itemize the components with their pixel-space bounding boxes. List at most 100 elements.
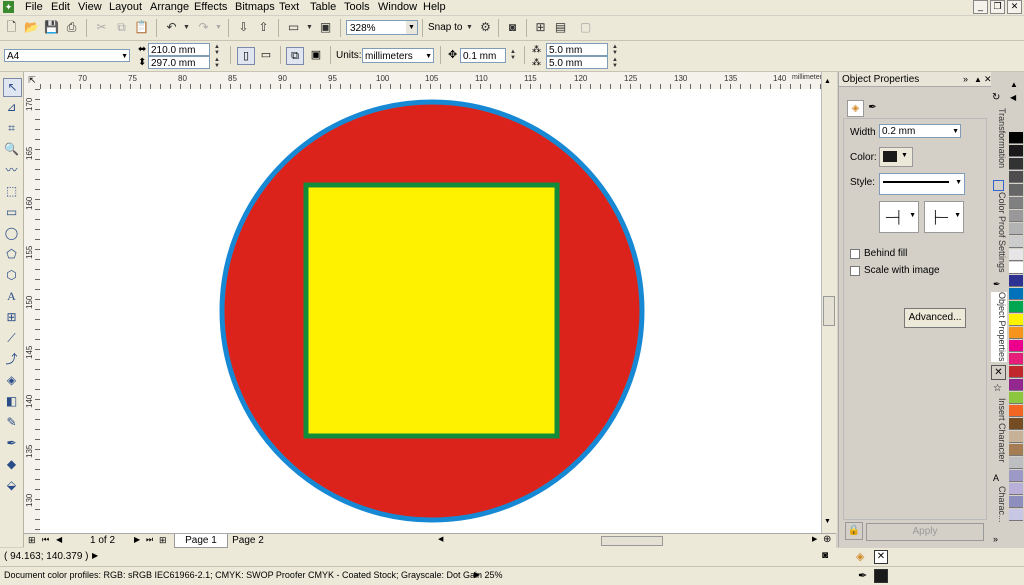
palette-swatch[interactable] xyxy=(1009,288,1023,300)
zoom-combo[interactable]: 328% ▼ xyxy=(346,20,418,35)
restore-button[interactable]: ❐ xyxy=(990,0,1005,14)
palette-swatch[interactable] xyxy=(1009,275,1023,287)
shape-tool-icon[interactable]: ⊿ xyxy=(3,99,20,116)
height-spinner-icon[interactable]: ▲ ▼ xyxy=(212,57,222,70)
horizontal-ruler[interactable]: 70 75 80 85 90 95 100 105 110 115 120 12… xyxy=(40,72,836,90)
palette-swatch[interactable] xyxy=(1009,418,1023,430)
full-screen-preview-icon[interactable]: ◙ xyxy=(505,20,520,35)
first-page-icon[interactable]: ⏮ xyxy=(42,535,49,545)
duplicate-distance-x-field[interactable]: 5.0 mm xyxy=(546,43,608,56)
menu-table[interactable]: Table xyxy=(310,1,336,13)
palette-swatch[interactable] xyxy=(1009,171,1023,183)
yellow-square[interactable] xyxy=(303,182,560,439)
apply-button[interactable]: Apply xyxy=(866,523,984,541)
outline-pen-indicator-icon[interactable]: ✒ xyxy=(858,569,867,582)
basic-shapes-tool-icon[interactable]: ⬡ xyxy=(3,267,20,284)
minimize-button[interactable]: _ xyxy=(973,0,988,14)
import-icon[interactable]: ⇩ xyxy=(236,20,251,35)
line-style-combo[interactable]: ▼ xyxy=(879,173,965,195)
fill-tab-icon[interactable]: ◈ xyxy=(847,100,864,117)
tab-character[interactable]: Charac... xyxy=(991,486,1007,523)
end-arrowhead-picker[interactable]: ├─ ▼ xyxy=(924,201,964,233)
pick-tool-icon[interactable]: ↖ xyxy=(3,78,22,97)
palette-swatch[interactable] xyxy=(1009,210,1023,222)
table-tool-icon[interactable]: ⊞ xyxy=(3,309,20,326)
color-proof-icon[interactable]: ◙ xyxy=(822,550,828,561)
paper-size-combo[interactable]: A4 ▼ xyxy=(4,49,130,62)
ruler-origin-icon[interactable]: ⇱ xyxy=(24,72,41,90)
chevron-down-icon[interactable]: ▼ xyxy=(406,21,417,34)
scroll-up-icon[interactable]: ▲ xyxy=(824,78,831,85)
app-icon[interactable]: ✦ xyxy=(3,1,14,13)
menu-window[interactable]: Window xyxy=(378,1,417,13)
nudge-spinner-icon[interactable]: ▲ ▼ xyxy=(508,49,518,62)
horizontal-scrollbar-thumb[interactable] xyxy=(601,536,663,546)
scrollbar-thumb[interactable] xyxy=(823,296,835,326)
new-page-icon[interactable]: ⊞ xyxy=(533,20,548,35)
menu-text[interactable]: Text xyxy=(279,1,299,13)
palette-swatch[interactable] xyxy=(1009,223,1023,235)
zoom-tool-icon[interactable]: 🔍 xyxy=(3,141,20,158)
options-icon[interactable]: ⚙ xyxy=(478,20,493,35)
add-page-after-icon[interactable]: ⊞ xyxy=(159,535,167,546)
disabled-tool-icon[interactable]: ▢ xyxy=(578,20,593,35)
dup-y-spinner-icon[interactable]: ▲ ▼ xyxy=(610,57,620,70)
menu-tools[interactable]: Tools xyxy=(344,1,370,13)
dup-x-spinner-icon[interactable]: ▲ ▼ xyxy=(610,44,620,57)
tab-object-properties[interactable]: Object Properties xyxy=(991,292,1007,362)
dimension-tool-icon[interactable]: ⟋ xyxy=(3,330,20,347)
launcher-dropdown-icon[interactable]: ▼ xyxy=(302,20,317,35)
blend-tool-icon[interactable]: ◈ xyxy=(3,372,20,389)
vertical-ruler[interactable]: 170 165 160 155 150 145 140 135 130 xyxy=(24,89,41,533)
tab-page-1[interactable]: Page 1 xyxy=(174,534,228,548)
freehand-tool-icon[interactable]: 〰 xyxy=(3,162,20,179)
landscape-icon[interactable]: ▭ xyxy=(258,47,274,63)
next-page-icon[interactable]: ▶ xyxy=(134,535,140,544)
new-document-icon[interactable]: 🗋 xyxy=(4,20,19,35)
palette-swatch[interactable] xyxy=(1009,327,1023,339)
application-launcher-icon[interactable]: ▭ xyxy=(286,20,301,35)
paste-icon[interactable]: 📋 xyxy=(134,20,149,35)
advanced-button[interactable]: Advanced... xyxy=(904,308,966,328)
menu-layout[interactable]: Layout xyxy=(109,1,142,13)
palette-swatch[interactable] xyxy=(1009,509,1023,521)
portrait-icon[interactable]: ▯ xyxy=(237,47,255,65)
menu-arrange[interactable]: Arrange xyxy=(150,1,189,13)
horizontal-scrollbar[interactable]: ◀ ▶ xyxy=(436,535,836,547)
palette-swatch[interactable] xyxy=(1009,340,1023,352)
units-combo[interactable]: millimeters ▼ xyxy=(362,48,434,63)
more-tabs-icon[interactable]: » xyxy=(993,534,998,544)
palette-swatch[interactable] xyxy=(1009,314,1023,326)
palette-swatch[interactable] xyxy=(1009,392,1023,404)
expand-arrow-icon[interactable]: ▶ xyxy=(92,551,98,560)
print-icon[interactable]: ⎙ xyxy=(64,20,79,35)
menu-bitmaps[interactable]: Bitmaps xyxy=(235,1,275,13)
eyedropper-tool-icon[interactable]: ✎ xyxy=(3,414,20,431)
welcome-screen-icon[interactable]: ▣ xyxy=(318,20,333,35)
lock-icon[interactable]: 🔒 xyxy=(845,522,863,540)
tab-color-proof-settings[interactable]: Color Proof Settings xyxy=(991,192,1007,273)
palette-swatch[interactable] xyxy=(1009,405,1023,417)
palette-swatch[interactable] xyxy=(1009,496,1023,508)
scroll-down-icon[interactable]: ▼ xyxy=(824,518,831,525)
chevron-down-icon[interactable]: ▼ xyxy=(952,125,959,138)
duplicate-distance-y-field[interactable]: 5.0 mm xyxy=(546,56,608,69)
current-page-icon[interactable]: ▣ xyxy=(308,47,324,63)
smart-fill-tool-icon[interactable]: ⬚ xyxy=(3,183,20,200)
docker-expand-icon[interactable]: » xyxy=(963,72,968,87)
expand-arrow-icon[interactable]: ▶ xyxy=(474,570,480,579)
page-height-field[interactable]: 297.0 mm xyxy=(148,56,210,69)
redo-dropdown-icon[interactable]: ▼ xyxy=(211,20,226,35)
previous-page-icon[interactable]: ◀ xyxy=(56,535,62,544)
palette-swatch[interactable] xyxy=(1009,262,1023,274)
scroll-right-icon[interactable]: ▶ xyxy=(812,535,817,543)
palette-swatch[interactable] xyxy=(1009,457,1023,469)
behind-fill-checkbox[interactable] xyxy=(850,249,860,259)
vertical-scrollbar[interactable]: ▲ ▼ xyxy=(821,72,837,533)
palette-swatch[interactable] xyxy=(1009,236,1023,248)
crop-tool-icon[interactable]: ⌗ xyxy=(3,120,20,137)
palette-flyout-icon[interactable]: ◀ xyxy=(1010,93,1016,102)
outline-color-swatch[interactable] xyxy=(874,569,888,583)
interactive-fill-tool-icon[interactable]: ⬙ xyxy=(3,477,20,494)
palette-swatch[interactable] xyxy=(1009,366,1023,378)
